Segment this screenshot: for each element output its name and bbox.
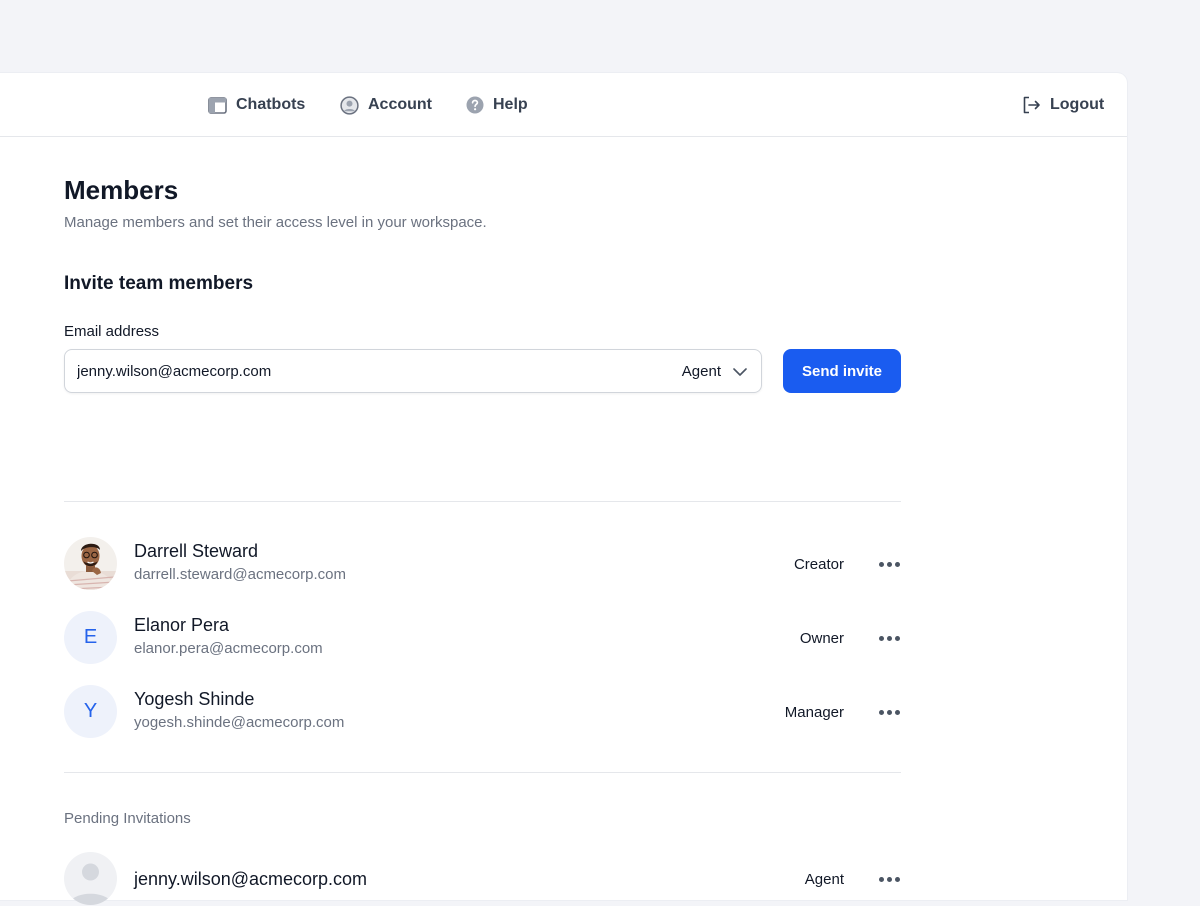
invite-email-box: Agent (64, 349, 762, 393)
chevron-down-icon (733, 363, 747, 380)
pending-invitation-email: jenny.wilson@acmecorp.com (134, 868, 368, 889)
nav-item-account[interactable]: Account (340, 73, 432, 137)
layout-icon (208, 96, 227, 114)
role-select-value: Agent (681, 362, 721, 380)
member-role: Owner (799, 629, 844, 647)
nav-item-help[interactable]: Help (466, 73, 528, 137)
divider (64, 501, 901, 502)
member-email: darrell.steward@acmecorp.com (134, 566, 346, 583)
pending-invitation-row: jenny.wilson@acmecorp.com Agent (64, 852, 901, 906)
pending-invitation-role: Agent (804, 870, 844, 888)
email-field-label: Email address (64, 323, 160, 340)
member-name: Yogesh Shinde (134, 689, 255, 709)
logout-button[interactable]: Logout (1022, 73, 1104, 137)
member-role: Creator (793, 555, 844, 573)
question-circle-icon (466, 96, 484, 114)
main-card: Chatbots Account Help Logout Members Man… (0, 73, 1127, 905)
nav-item-label: Help (493, 96, 528, 113)
email-field[interactable] (77, 362, 682, 380)
more-options-button[interactable] (877, 866, 901, 892)
nav-item-chatbots[interactable]: Chatbots (208, 73, 305, 137)
member-row: E Elanor Pera elanor.pera@acmecorp.com O… (64, 611, 901, 665)
invite-section-title: Invite team members (64, 273, 254, 294)
logout-icon (1022, 96, 1041, 114)
avatar (64, 537, 117, 590)
top-navigation: Chatbots Account Help Logout (0, 73, 1127, 137)
member-email: elanor.pera@acmecorp.com (134, 640, 323, 657)
logout-label: Logout (1050, 96, 1105, 113)
role-select[interactable]: Agent (682, 363, 747, 380)
member-row: Y Yogesh Shinde yogesh.shinde@acmecorp.c… (64, 685, 901, 739)
member-row: Darrell Steward darrell.steward@acmecorp… (64, 537, 901, 591)
user-circle-icon (340, 95, 359, 115)
more-options-button[interactable] (877, 551, 901, 577)
member-name: Darrell Steward (134, 541, 259, 561)
page-subtitle: Manage members and set their access leve… (64, 214, 487, 231)
avatar: E (64, 611, 117, 664)
more-options-button[interactable] (877, 625, 901, 651)
avatar-placeholder (64, 852, 117, 905)
member-role: Manager (784, 703, 844, 721)
pending-invitations-title: Pending Invitations (64, 810, 191, 827)
member-email: yogesh.shinde@acmecorp.com (134, 714, 345, 731)
divider (64, 772, 901, 773)
nav-item-label: Account (368, 96, 432, 113)
member-name: Elanor Pera (134, 615, 230, 635)
nav-item-label: Chatbots (236, 96, 306, 113)
more-options-button[interactable] (877, 699, 901, 725)
avatar: Y (64, 685, 117, 738)
send-invite-button[interactable]: Send invite (783, 349, 901, 393)
page-title: Members (64, 175, 179, 205)
